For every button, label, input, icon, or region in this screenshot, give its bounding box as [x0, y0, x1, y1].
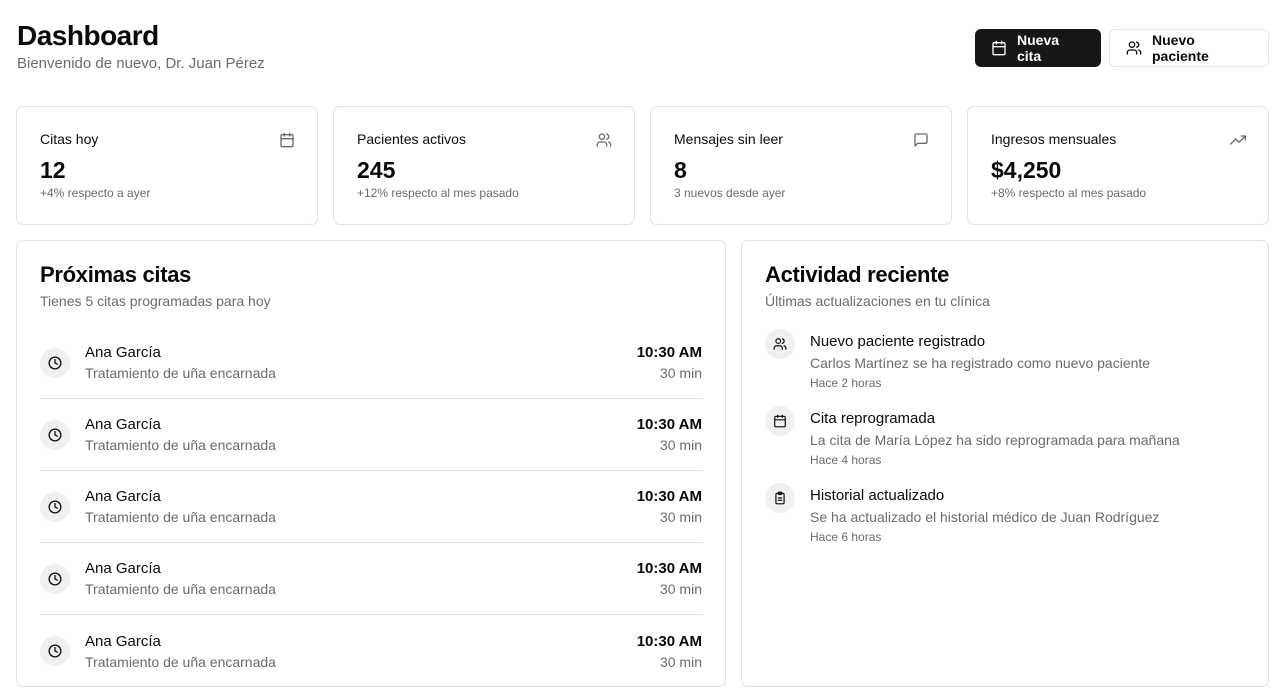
new-appointment-button[interactable]: Nueva cita [975, 29, 1101, 67]
stat-label: Ingresos mensuales [991, 131, 1117, 147]
appointment-list: Ana García Tratamiento de uña encarnada … [40, 327, 702, 687]
patient-name: Ana García [85, 416, 161, 433]
clock-icon [40, 563, 70, 594]
page-title: Dashboard [17, 20, 159, 51]
activity-list: Nuevo paciente registrado Carlos Martíne… [765, 329, 1245, 544]
activity-title: Historial actualizado [810, 487, 945, 504]
stat-card-appointments: Citas hoy 12 +4% respecto a ayer [16, 106, 318, 225]
activity-title: Cita reprogramada [810, 410, 936, 427]
activity-item[interactable]: Historial actualizado Se ha actualizado … [765, 483, 1245, 544]
patient-name: Ana García [85, 632, 161, 650]
activity-description: La cita de María López ha sido reprogram… [810, 432, 1180, 448]
stat-value: 245 [357, 157, 396, 183]
clipboard-icon [765, 483, 795, 513]
appointment-time: 10:30 AM [636, 344, 702, 361]
activity-time: Hace 6 horas [810, 530, 882, 544]
new-patient-label: Nuevo paciente [1152, 32, 1209, 64]
patient-name: Ana García [85, 488, 161, 505]
treatment: Tratamiento de uña encarnada [85, 581, 276, 597]
upcoming-appointments-panel: Próximas citas Tienes 5 citas programada… [16, 240, 726, 687]
activity-description: Se ha actualizado el historial médico de… [810, 509, 1160, 525]
stat-value: 8 [674, 157, 687, 183]
appointment-time: 10:30 AM [636, 560, 702, 577]
clock-icon [40, 491, 70, 522]
treatment: Tratamiento de uña encarnada [85, 509, 276, 525]
stat-note: +8% respecto al mes pasado [991, 186, 1147, 200]
stat-note: +12% respecto al mes pasado [357, 186, 519, 200]
trending-up-icon [1230, 132, 1246, 148]
appointment-duration: 30 min [659, 365, 702, 381]
treatment: Tratamiento de uña encarnada [85, 365, 276, 381]
activity-time: Hace 2 horas [810, 376, 882, 390]
message-icon [913, 132, 929, 148]
page-header: Dashboard Bienvenido de nuevo, Dr. Juan … [17, 18, 265, 72]
stat-label: Mensajes sin leer [674, 131, 783, 147]
calendar-icon [991, 40, 1007, 56]
appointment-duration: 30 min [659, 581, 702, 597]
appointment-item[interactable]: Ana García Tratamiento de uña encarnada … [40, 471, 702, 543]
stats-row: Citas hoy 12 +4% respecto a ayer Pacient… [16, 106, 1269, 225]
clock-icon [40, 347, 70, 378]
stat-card-messages: Mensajes sin leer 8 3 nuevos desde ayer [650, 106, 952, 225]
treatment: Tratamiento de uña encarnada [85, 653, 276, 670]
treatment: Tratamiento de uña encarnada [85, 437, 276, 453]
panel-description: Tienes 5 citas programadas para hoy [40, 293, 271, 309]
stat-card-patients: Pacientes activos 245 +12% respecto al m… [333, 106, 635, 225]
users-icon [1126, 40, 1142, 56]
appointment-item[interactable]: Ana García Tratamiento de uña encarnada … [40, 543, 702, 615]
clock-icon [40, 636, 70, 666]
new-appointment-label: Nueva cita [1017, 32, 1060, 64]
panel-title: Actividad reciente [765, 262, 950, 287]
activity-title: Nuevo paciente registrado [810, 333, 986, 350]
stat-note: 3 nuevos desde ayer [674, 186, 786, 200]
stat-label: Pacientes activos [357, 131, 466, 147]
appointment-time: 10:30 AM [636, 416, 702, 433]
activity-description: Carlos Martínez se ha registrado como nu… [810, 355, 1151, 371]
users-icon [596, 132, 612, 148]
new-patient-button[interactable]: Nuevo paciente [1109, 29, 1269, 67]
appointment-time: 10:30 AM [636, 632, 702, 650]
appointment-duration: 30 min [659, 437, 702, 453]
header-actions: Nueva cita Nuevo paciente [975, 29, 1269, 67]
welcome-subtitle: Bienvenido de nuevo, Dr. Juan Pérez [17, 55, 265, 72]
patient-name: Ana García [85, 344, 161, 361]
recent-activity-panel: Actividad reciente Últimas actualizacion… [741, 240, 1269, 687]
stat-label: Citas hoy [40, 131, 99, 147]
appointment-duration: 30 min [659, 653, 702, 670]
activity-item[interactable]: Nuevo paciente registrado Carlos Martíne… [765, 329, 1245, 390]
panel-description: Últimas actualizaciones en tu clínica [765, 293, 990, 309]
clock-icon [40, 419, 70, 450]
appointment-time: 10:30 AM [636, 488, 702, 505]
stat-value: $4,250 [991, 157, 1062, 183]
activity-item[interactable]: Cita reprogramada La cita de María López… [765, 406, 1245, 467]
activity-time: Hace 4 horas [810, 453, 882, 467]
calendar-icon [279, 132, 295, 148]
stat-card-revenue: Ingresos mensuales $4,250 +8% respecto a… [967, 106, 1269, 225]
users-icon [765, 329, 795, 359]
appointment-item[interactable]: Ana García Tratamiento de uña encarnada … [40, 615, 702, 687]
appointment-duration: 30 min [659, 509, 702, 525]
calendar-icon [765, 406, 795, 436]
stat-value: 12 [40, 157, 66, 183]
panel-title: Próximas citas [40, 262, 192, 287]
stat-note: +4% respecto a ayer [40, 186, 151, 200]
appointment-item[interactable]: Ana García Tratamiento de uña encarnada … [40, 399, 702, 471]
appointment-item[interactable]: Ana García Tratamiento de uña encarnada … [40, 327, 702, 399]
patient-name: Ana García [85, 560, 161, 577]
